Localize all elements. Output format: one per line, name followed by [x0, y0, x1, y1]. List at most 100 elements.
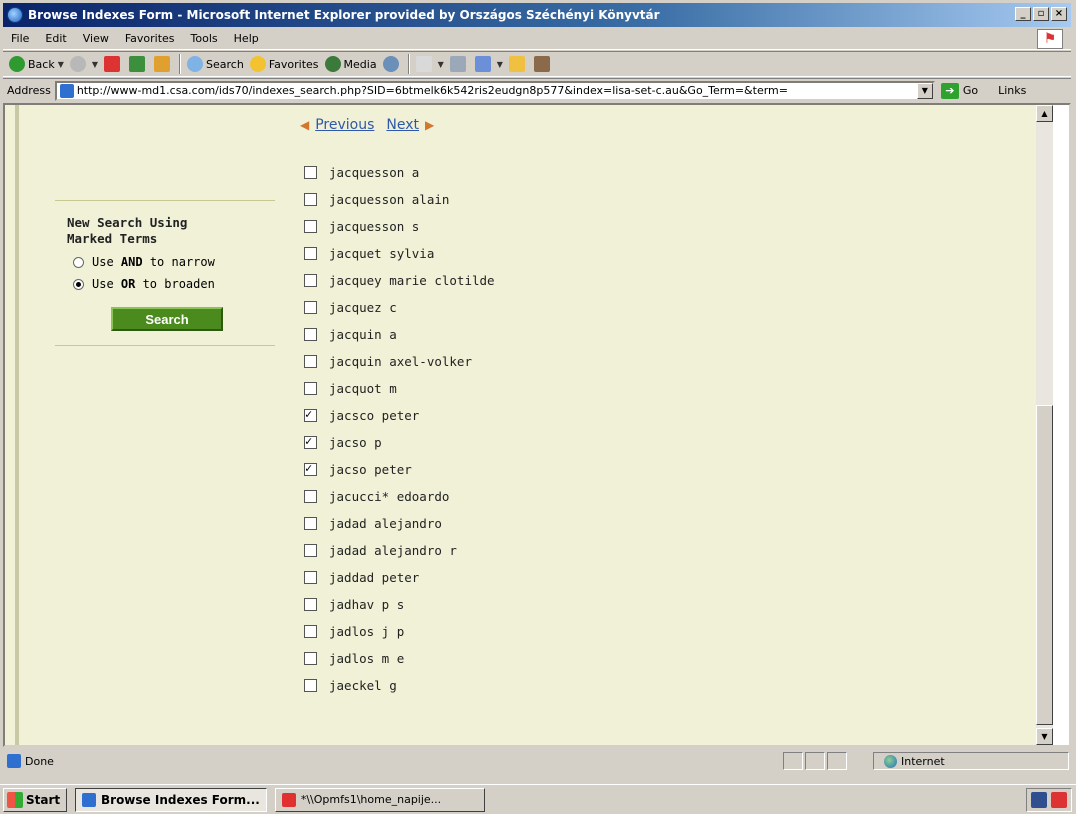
- term-row[interactable]: jacquin a: [304, 321, 495, 348]
- or-radio[interactable]: [73, 278, 84, 290]
- refresh-icon: [129, 56, 146, 72]
- term-checkbox[interactable]: [304, 166, 317, 179]
- menu-edit[interactable]: Edit: [37, 32, 74, 45]
- term-checkbox[interactable]: [304, 490, 317, 503]
- term-checkbox[interactable]: [304, 382, 317, 395]
- minimize-button[interactable]: _: [1015, 7, 1031, 21]
- term-checkbox[interactable]: [304, 407, 317, 422]
- previous-arrow-icon[interactable]: ◀: [300, 118, 309, 132]
- term-checkbox[interactable]: [304, 274, 317, 287]
- restore-button[interactable]: ▫: [1033, 7, 1049, 21]
- term-checkbox[interactable]: [304, 193, 317, 206]
- vertical-scrollbar[interactable]: ▲ ▼: [1036, 105, 1053, 745]
- discuss-button[interactable]: [508, 56, 528, 72]
- term-row[interactable]: jacsco peter: [304, 402, 495, 429]
- term-checkbox[interactable]: [304, 652, 317, 665]
- print-button[interactable]: [449, 56, 469, 72]
- folder-task-icon: [281, 792, 296, 807]
- term-row[interactable]: jacso p: [304, 429, 495, 456]
- links-button[interactable]: Links: [998, 84, 1026, 97]
- term-row[interactable]: jadad alejandro: [304, 510, 495, 537]
- back-arrow-icon: [9, 56, 25, 72]
- term-checkbox[interactable]: [304, 544, 317, 557]
- menu-file[interactable]: File: [3, 32, 37, 45]
- scroll-down-button[interactable]: ▼: [1036, 728, 1053, 745]
- edit-button[interactable]: ▼: [474, 56, 503, 72]
- term-checkbox[interactable]: [304, 571, 317, 584]
- tray-app-icon[interactable]: [1031, 792, 1047, 808]
- history-button[interactable]: [382, 56, 402, 72]
- term-row[interactable]: jaeckel g: [304, 672, 495, 699]
- task-browse-indexes[interactable]: Browse Indexes Form...: [75, 787, 267, 812]
- stop-button[interactable]: [104, 56, 123, 72]
- term-checkbox[interactable]: [304, 598, 317, 611]
- next-arrow-icon[interactable]: ▶: [425, 118, 434, 132]
- scroll-thumb[interactable]: [1036, 405, 1053, 725]
- messenger-button[interactable]: [533, 56, 553, 72]
- term-checkbox[interactable]: [304, 461, 317, 476]
- pagination: ◀ Previous Next ▶: [300, 117, 434, 133]
- refresh-button[interactable]: [129, 56, 148, 72]
- search-button[interactable]: Search: [111, 307, 223, 331]
- term-label: jacquesson s: [329, 219, 420, 234]
- term-row[interactable]: jaddad peter: [304, 564, 495, 591]
- term-row[interactable]: jadlos m e: [304, 645, 495, 672]
- term-row[interactable]: jacquey marie clotilde: [304, 267, 495, 294]
- forward-button[interactable]: ▼: [69, 56, 98, 72]
- term-row[interactable]: jacquet sylvia: [304, 240, 495, 267]
- term-checkbox[interactable]: [304, 434, 317, 449]
- taskbar: Start Browse Indexes Form... *\\Opmfs1\h…: [0, 784, 1076, 814]
- term-checkbox[interactable]: [304, 247, 317, 260]
- menu-favorites[interactable]: Favorites: [117, 32, 183, 45]
- next-link[interactable]: Next: [386, 117, 419, 133]
- term-checkbox[interactable]: [304, 625, 317, 638]
- term-checkbox[interactable]: [304, 355, 317, 368]
- term-row[interactable]: jacso peter: [304, 456, 495, 483]
- edit-icon: [474, 56, 491, 72]
- home-button[interactable]: [154, 56, 173, 72]
- address-input[interactable]: http://www-md1.csa.com/ids70/indexes_sea…: [54, 80, 935, 101]
- term-row[interactable]: jadad alejandro r: [304, 537, 495, 564]
- option-and[interactable]: Use AND to narrow: [73, 255, 275, 269]
- term-checkbox[interactable]: [304, 679, 317, 692]
- back-button[interactable]: Back ▼: [9, 56, 64, 72]
- scroll-up-button[interactable]: ▲: [1036, 105, 1053, 122]
- media-icon: [324, 56, 341, 72]
- go-button[interactable]: ➔ Go: [940, 82, 978, 99]
- term-row[interactable]: jacquesson a: [304, 159, 495, 186]
- term-row[interactable]: jacquesson s: [304, 213, 495, 240]
- favorites-button[interactable]: Favorites: [249, 56, 319, 72]
- term-row[interactable]: jadhav p s: [304, 591, 495, 618]
- previous-link[interactable]: Previous: [315, 117, 374, 133]
- forward-dropdown-icon[interactable]: ▼: [92, 60, 98, 69]
- option-or[interactable]: Use OR to broaden: [73, 277, 275, 291]
- close-button[interactable]: ×: [1051, 7, 1067, 21]
- mail-dropdown-icon[interactable]: ▼: [438, 60, 444, 69]
- start-button[interactable]: Start: [3, 787, 67, 812]
- menu-tools[interactable]: Tools: [183, 32, 226, 45]
- term-checkbox[interactable]: [304, 220, 317, 233]
- mail-button[interactable]: ▼: [415, 56, 444, 72]
- term-row[interactable]: jacquez c: [304, 294, 495, 321]
- media-button[interactable]: Media: [324, 56, 377, 72]
- term-checkbox[interactable]: [304, 328, 317, 341]
- term-checkbox[interactable]: [304, 301, 317, 314]
- tray-alert-icon[interactable]: [1051, 792, 1067, 808]
- edit-dropdown-icon[interactable]: ▼: [497, 60, 503, 69]
- search-button[interactable]: Search: [187, 56, 244, 72]
- task-network-folder[interactable]: *\\Opmfs1\home_napije...: [274, 787, 485, 812]
- status-cell: [805, 752, 825, 770]
- term-checkbox[interactable]: [304, 517, 317, 530]
- term-row[interactable]: jacquesson alain: [304, 186, 495, 213]
- term-row[interactable]: jadlos j p: [304, 618, 495, 645]
- and-radio[interactable]: [73, 256, 84, 268]
- term-row[interactable]: jacucci* edoardo: [304, 483, 495, 510]
- address-dropdown-icon[interactable]: ▼: [916, 82, 933, 99]
- menu-view[interactable]: View: [75, 32, 117, 45]
- term-row[interactable]: jacquin axel-volker: [304, 348, 495, 375]
- menu-help[interactable]: Help: [226, 32, 267, 45]
- panel-bottom-rule: [55, 345, 275, 346]
- term-row[interactable]: jacquot m: [304, 375, 495, 402]
- back-dropdown-icon[interactable]: ▼: [58, 60, 64, 69]
- favorites-label: Favorites: [268, 57, 319, 71]
